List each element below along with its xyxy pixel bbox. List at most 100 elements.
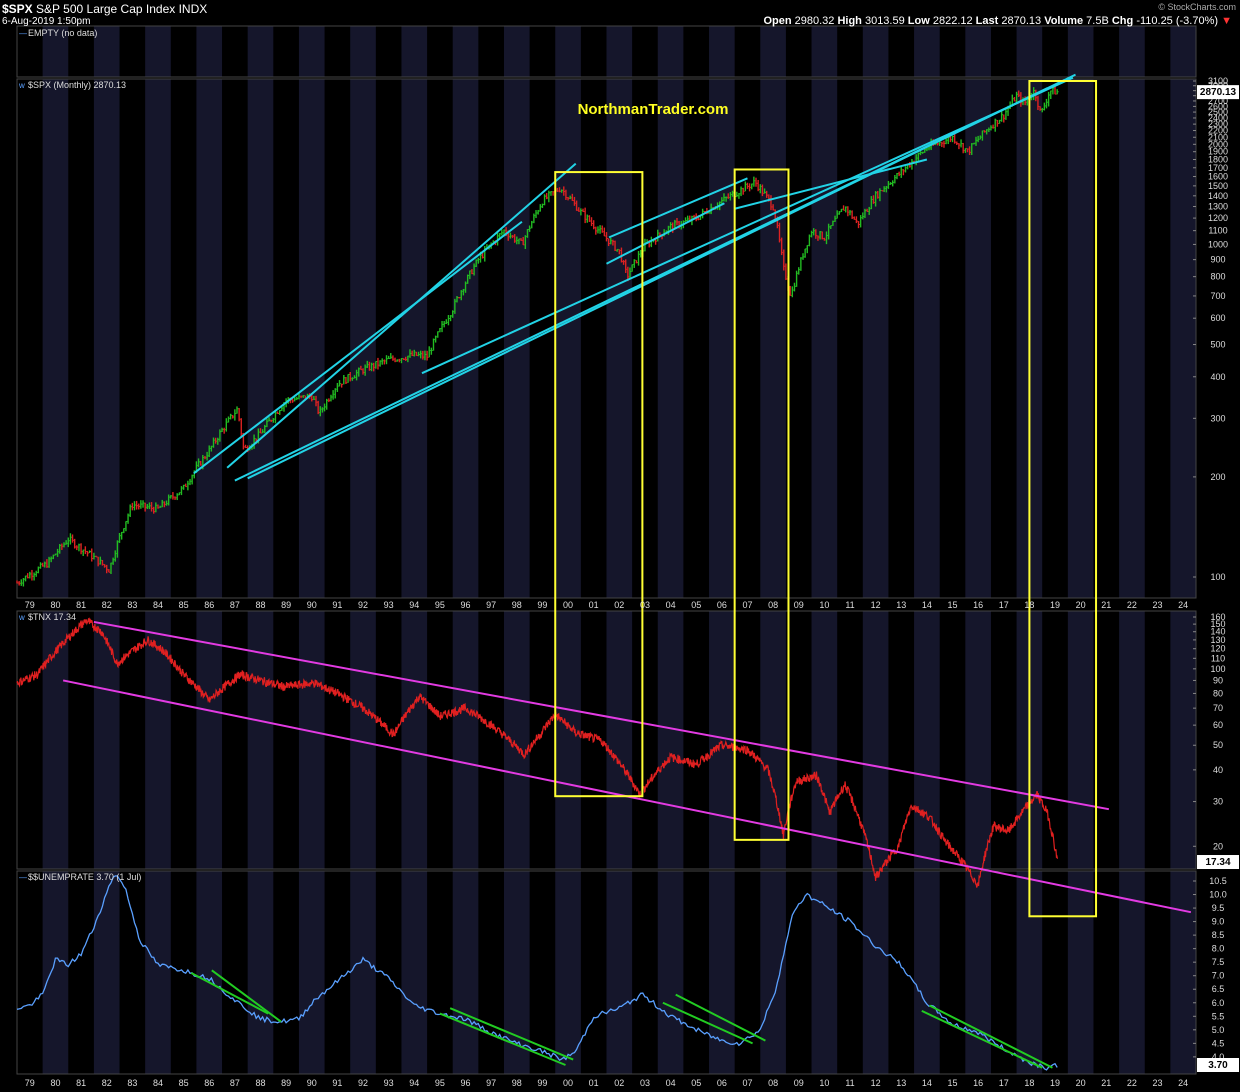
unemp-y-tick-label: 8.5 — [1212, 930, 1225, 940]
unemp-x-tick-label: 89 — [281, 1078, 291, 1088]
down-arrow-icon: ▼ — [1221, 15, 1232, 27]
panel-title: $$UNEMPRATE 3.70 (1 Jul) — [28, 872, 141, 882]
unemp-y-tick-label: 5.5 — [1212, 1011, 1225, 1021]
year-band — [555, 79, 581, 598]
spx-x-tick-label: 14 — [922, 600, 932, 610]
unemp-x-tick-label: 86 — [204, 1078, 214, 1088]
year-band — [811, 26, 838, 77]
year-band — [555, 871, 581, 1074]
spx-x-tick-label: 86 — [204, 600, 214, 610]
unemp-x-tick-label: 80 — [50, 1078, 60, 1088]
unemp-y-tick-label: 10.5 — [1209, 876, 1227, 886]
year-band — [350, 26, 376, 77]
spx-x-tick-label: 23 — [1153, 600, 1163, 610]
year-band — [196, 79, 223, 598]
year-band — [503, 26, 530, 77]
unemp-y-tick-label: 10.0 — [1209, 890, 1227, 900]
spx-x-tick-label: 18 — [1024, 600, 1034, 610]
year-band — [298, 611, 325, 869]
tnx-y-tick-label: 40 — [1213, 765, 1223, 775]
quote-label-last: Last — [975, 15, 1002, 27]
tnx-y-tick-label: 110 — [1211, 653, 1225, 663]
year-band — [965, 871, 991, 1074]
unemp-x-tick-label: 20 — [1076, 1078, 1086, 1088]
tnx-last-value-flag: 17.34 — [1205, 857, 1230, 868]
year-band — [657, 871, 684, 1074]
header-symbol: $SPX S&P 500 Large Cap Index INDX — [2, 2, 207, 16]
spx-x-tick-label: 08 — [768, 600, 778, 610]
legend-swatch-icon: w — [18, 81, 25, 90]
year-band — [350, 871, 376, 1074]
spx-x-tick-label: 06 — [717, 600, 727, 610]
year-band — [298, 79, 325, 598]
year-band — [1119, 611, 1145, 869]
unemp-y-tick-label: 7.5 — [1212, 957, 1225, 967]
year-band — [1016, 26, 1043, 77]
unemployment-line — [16, 875, 1058, 1071]
year-band — [196, 611, 223, 869]
spx-x-tick-label: 15 — [948, 600, 958, 610]
spx-y-tick-label: 500 — [1210, 340, 1225, 350]
unemp-x-tick-label: 07 — [742, 1078, 752, 1088]
unemp-y-tick-label: 4.5 — [1212, 1038, 1225, 1048]
year-band — [145, 871, 171, 1074]
unemp-x-tick-label: 22 — [1127, 1078, 1137, 1088]
quote-value-low: 2822.12 — [932, 15, 976, 27]
quote-value-high: 3013.59 — [864, 15, 908, 27]
unemp-x-tick-label: 93 — [384, 1078, 394, 1088]
spx-x-tick-label: 13 — [896, 600, 906, 610]
unemp-x-tick-label: 79 — [25, 1078, 35, 1088]
legend-swatch-icon: — — [19, 873, 27, 882]
year-band — [965, 26, 991, 77]
unemp-x-tick-label: 19 — [1050, 1078, 1060, 1088]
unemp-x-tick-label: 12 — [871, 1078, 881, 1088]
year-band — [298, 871, 325, 1074]
year-band — [401, 871, 428, 1074]
unemp-x-tick-label: 95 — [435, 1078, 445, 1088]
unemp-x-tick-label: 03 — [640, 1078, 650, 1088]
unemp-x-tick-label: 15 — [948, 1078, 958, 1088]
tnx-y-tick-label: 90 — [1213, 675, 1223, 685]
background-bands — [42, 26, 1196, 1074]
spx-x-tick-label: 12 — [871, 600, 881, 610]
tnx-y-tick-label: 120 — [1210, 644, 1225, 654]
year-band — [606, 611, 633, 869]
spx-x-tick-label: 10 — [819, 600, 829, 610]
spx-x-tick-label: 21 — [1101, 600, 1111, 610]
year-band — [1067, 871, 1094, 1074]
year-band — [914, 26, 940, 77]
spx-y-tick-label: 800 — [1210, 272, 1225, 282]
year-band — [298, 26, 325, 77]
unemp-x-tick-label: 87 — [230, 1078, 240, 1088]
unemp-x-tick-label: 16 — [973, 1078, 983, 1088]
year-band — [862, 611, 889, 869]
spx-y-tick-label: 1400 — [1208, 191, 1228, 201]
unemp-x-tick-label: 17 — [999, 1078, 1009, 1088]
unemp-x-tick-label: 08 — [768, 1078, 778, 1088]
unemp-x-tick-label: 24 — [1178, 1078, 1188, 1088]
unemp-x-tick-label: 97 — [486, 1078, 496, 1088]
unemp-x-tick-label: 14 — [922, 1078, 932, 1088]
unemp-x-tick-label: 23 — [1153, 1078, 1163, 1088]
unemp-x-tick-label: 92 — [358, 1078, 368, 1088]
unemp-x-tick-label: 99 — [537, 1078, 547, 1088]
year-band — [606, 26, 633, 77]
year-band — [555, 611, 581, 869]
spx-x-tick-label: 19 — [1050, 600, 1060, 610]
year-band — [811, 611, 838, 869]
year-band — [452, 611, 479, 869]
quote-label-chg: Chg — [1111, 15, 1137, 27]
spx-x-tick-label: 89 — [281, 600, 291, 610]
symbol: $SPX — [2, 2, 33, 16]
spx-y-tick-label: 300 — [1210, 413, 1225, 423]
unemp-x-tick-label: 88 — [255, 1078, 265, 1088]
year-band — [1170, 871, 1196, 1074]
spx-x-tick-label: 07 — [742, 600, 752, 610]
spx-x-tick-label: 01 — [589, 600, 599, 610]
spx-x-tick-label: 94 — [409, 600, 419, 610]
year-band — [760, 26, 786, 77]
spx-y-tick-label: 200 — [1210, 472, 1225, 482]
unemp-x-tick-label: 02 — [614, 1078, 624, 1088]
spx-x-tick-label: 82 — [102, 600, 112, 610]
year-band — [1170, 79, 1196, 598]
